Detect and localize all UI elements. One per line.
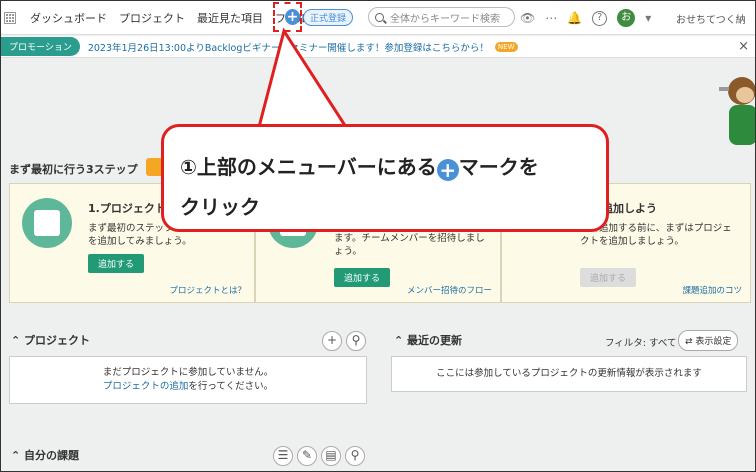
search-placeholder: 全体からキーワード検索 <box>390 13 500 25</box>
plus-button-highlight: + <box>273 2 302 32</box>
updates-filter[interactable]: フィルタ: すべて <box>605 335 677 349</box>
search-icon[interactable]: ⚲ <box>345 446 365 466</box>
plus-icon: + <box>436 159 459 181</box>
add-member-button[interactable]: 追加する <box>334 268 391 287</box>
list-icon[interactable]: ☰ <box>273 446 293 466</box>
promotion-link[interactable]: 2023年1月26日13:00よりBacklogビギナーズセミナー開催します！参… <box>88 40 489 54</box>
mascot-icon <box>719 77 755 145</box>
top-icon-group: 👁 ⋯ 🔔 ? お ▾ <box>520 9 651 27</box>
updates-heading[interactable]: ⌃ 最近の更新 <box>394 332 462 348</box>
add-project-link[interactable]: プロジェクトの追加 <box>103 381 189 392</box>
step-title: 1.プロジェクト <box>88 202 166 215</box>
search-input[interactable]: 全体からキーワード検索 <box>368 7 515 27</box>
nav-dashboard[interactable]: ダッシュボード <box>30 10 107 26</box>
display-settings-button[interactable]: ⇄ 表示設定 <box>678 330 739 351</box>
nav-recent[interactable]: 最近見た項目 <box>197 10 263 26</box>
space-name[interactable]: おせちてつく納 <box>676 11 746 26</box>
help-link[interactable]: プロジェクトとは？ <box>169 284 246 296</box>
help-icon[interactable]: ? <box>592 10 608 26</box>
my-issues-heading[interactable]: ⌃ 自分の課題 <box>11 447 79 463</box>
project-icon <box>22 198 72 248</box>
chevron-down-icon[interactable]: ▾ <box>645 11 651 25</box>
add-project-button[interactable]: 追加する <box>88 254 145 273</box>
avatar[interactable]: お <box>617 9 636 27</box>
promotion-bar: プロモーション 2023年1月26日13:00よりBacklogビギナーズセミナ… <box>1 36 755 58</box>
plan-badge[interactable]: 正式登録 <box>303 9 354 26</box>
watch-icon[interactable]: 👁 <box>520 11 535 25</box>
new-badge: NEW <box>494 41 518 52</box>
edit-icon[interactable]: ✎ <box>297 446 317 466</box>
updates-empty-box: ここには参加しているプロジェクトの更新情報が表示されます <box>391 356 747 392</box>
add-icon[interactable]: + <box>322 331 342 351</box>
nav-projects[interactable]: プロジェクト <box>119 10 185 26</box>
help-link[interactable]: 課題追加のコツ <box>682 284 742 296</box>
menu-grid-icon[interactable] <box>4 11 16 24</box>
step-desc: ます。チームメンバーを招待しましょう。 <box>334 233 485 257</box>
callout-text: ①上部のメニューバーにある + マークを クリック <box>180 155 539 219</box>
updates-empty-text: ここには参加しているプロジェクトの更新情報が表示されます <box>436 368 702 379</box>
projects-empty-text: まだプロジェクトに参加していません。 <box>102 367 274 378</box>
steps-section-title: まず最初に行う3ステップ <box>9 163 138 176</box>
bell-icon[interactable]: 🔔 <box>567 11 582 25</box>
search-icon[interactable]: ⚲ <box>346 331 366 351</box>
add-button[interactable]: + <box>285 9 300 25</box>
projects-empty-suffix: を行ってください。 <box>188 381 274 392</box>
app-window: ダッシュボード プロジェクト 最近見た項目 フィルタ + 正式登録 全体からキー… <box>0 0 756 472</box>
search-icon <box>375 12 384 22</box>
tutorial-callout: ①上部のメニューバーにある + マークを クリック <box>161 124 609 232</box>
add-issue-button[interactable]: 追加する <box>580 268 637 287</box>
promotion-tag: プロモーション <box>1 37 80 56</box>
close-icon[interactable]: × <box>738 39 749 54</box>
help-link[interactable]: メンバー招待のフロー <box>407 284 492 296</box>
projects-heading[interactable]: ⌃ プロジェクト <box>11 332 90 348</box>
projects-empty-box: まだプロジェクトに参加していません。 プロジェクトの追加を行ってください。 <box>9 356 367 404</box>
more-icon[interactable]: ⋯ <box>545 11 557 25</box>
chart-icon[interactable]: ▤ <box>321 446 341 466</box>
